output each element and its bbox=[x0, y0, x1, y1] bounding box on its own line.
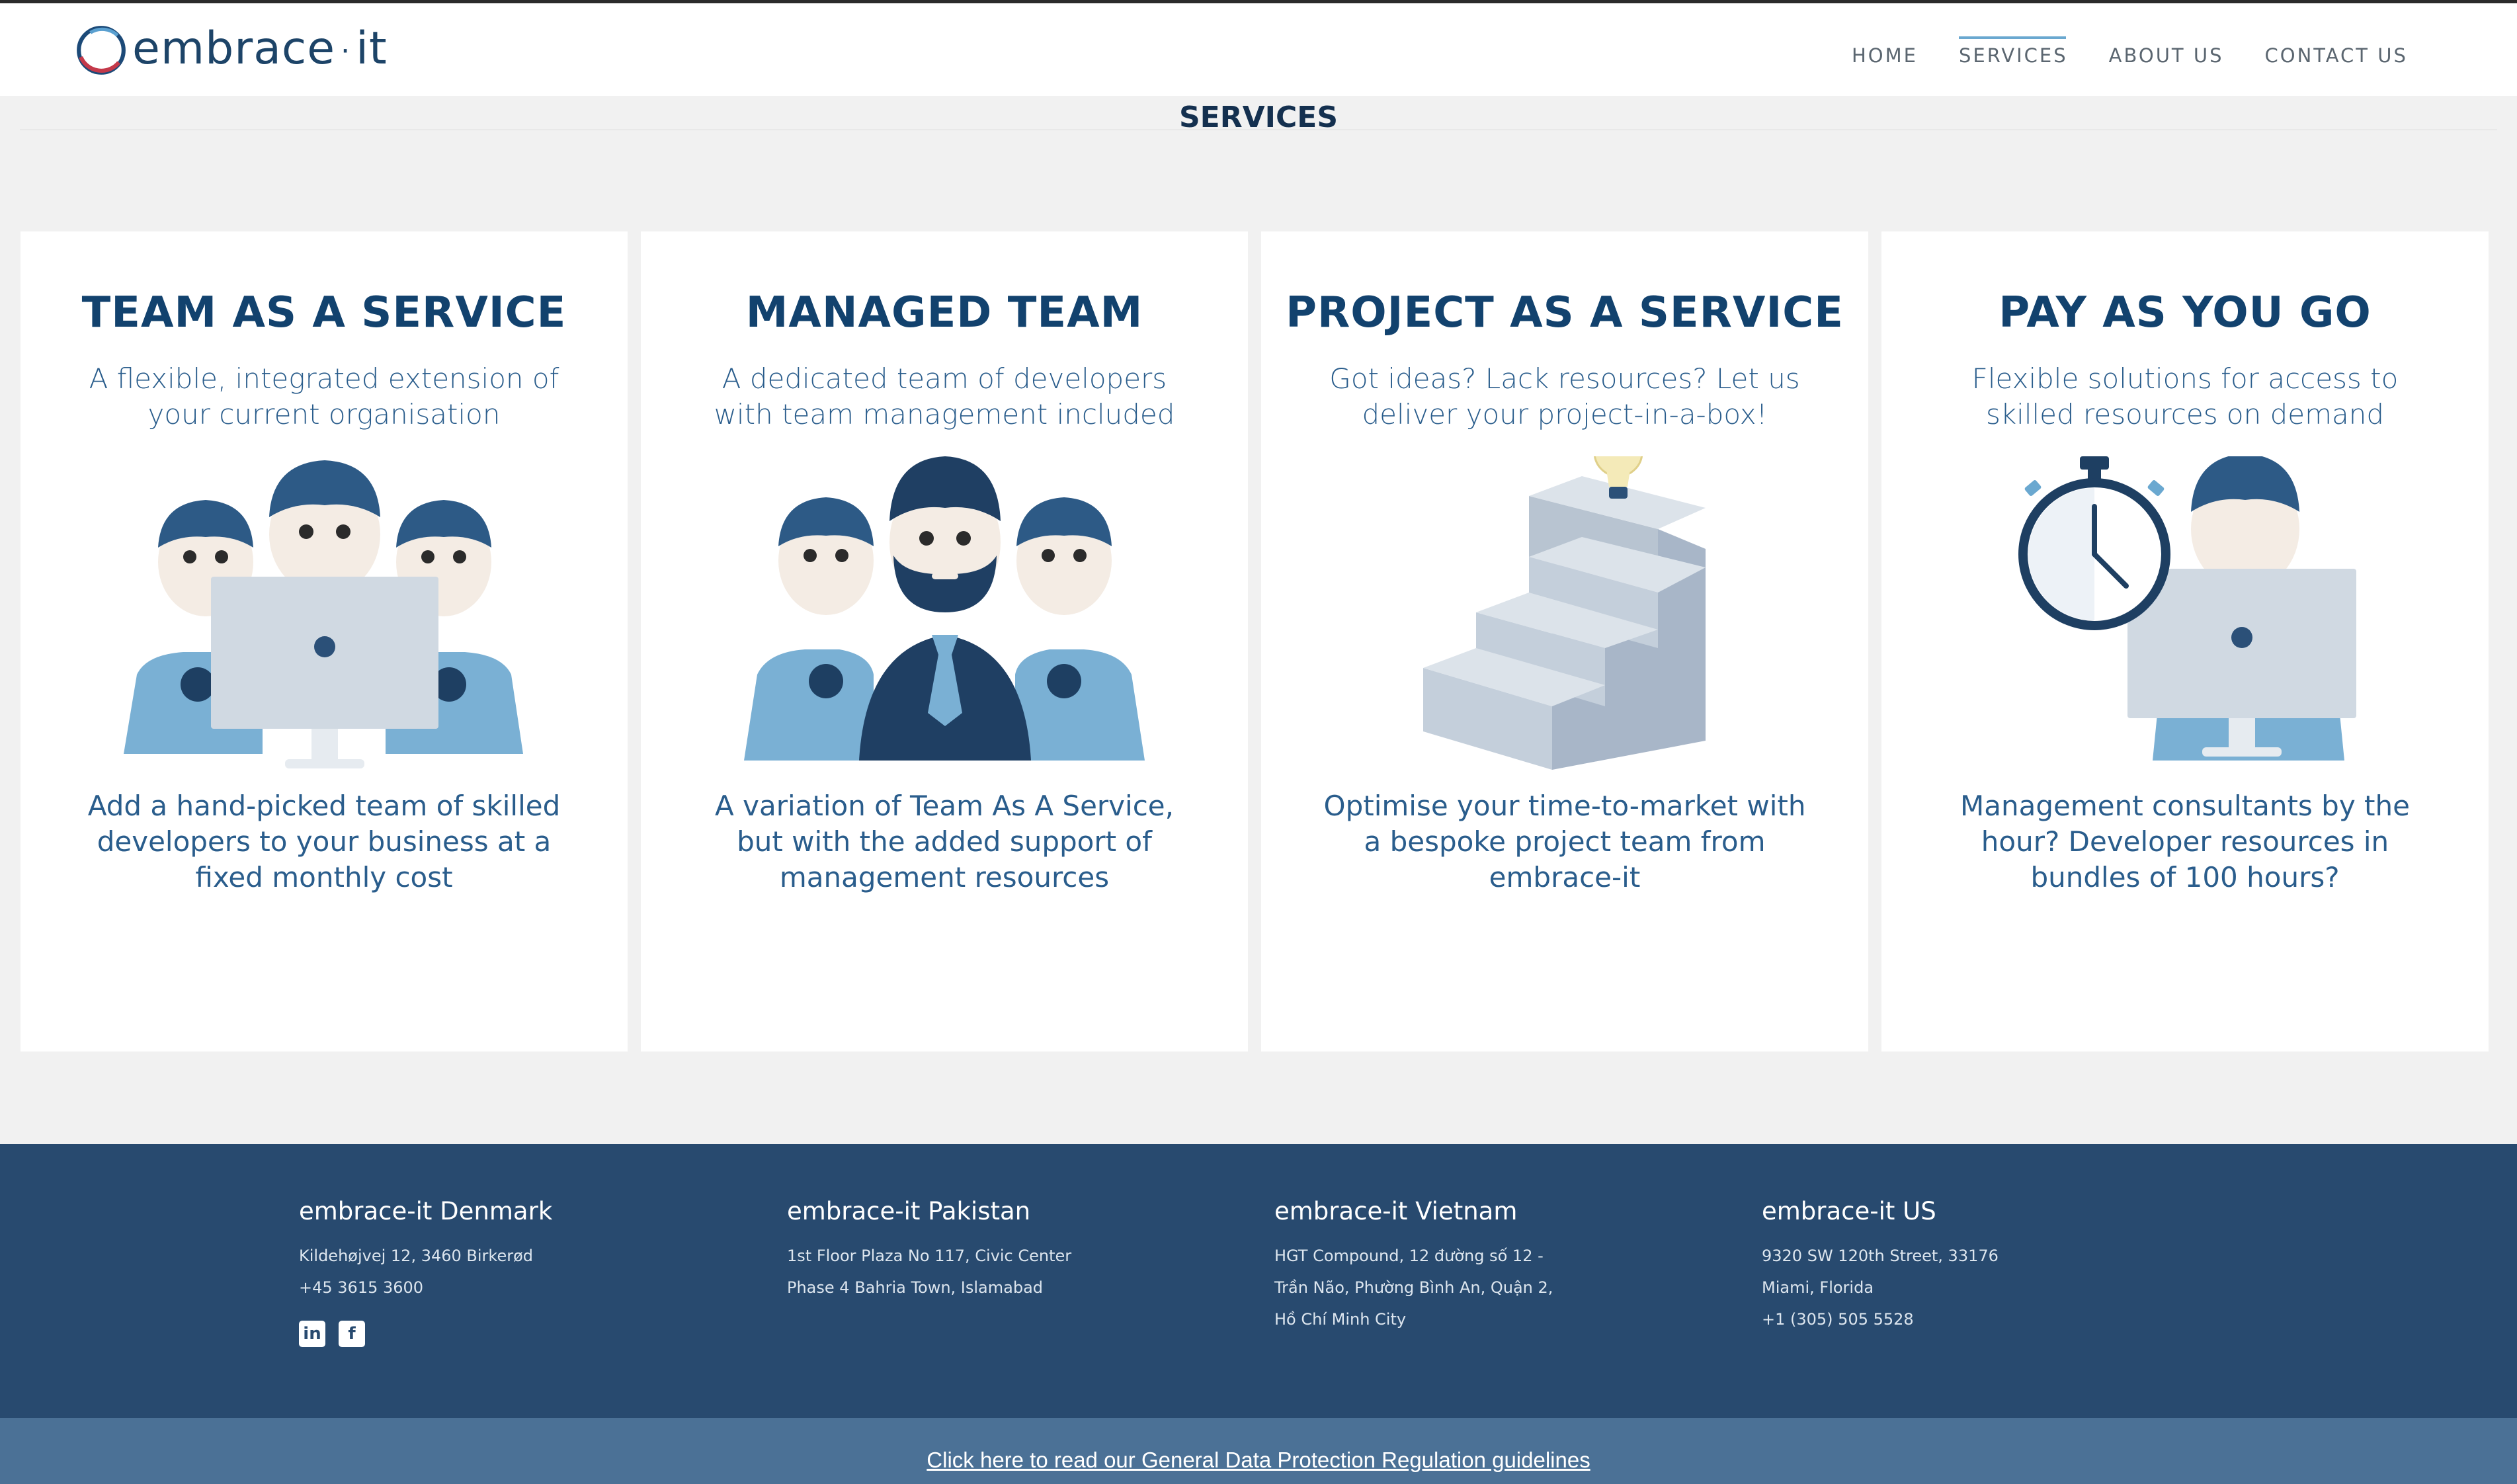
logo-ring-icon bbox=[77, 26, 126, 75]
service-card-managed-team[interactable]: MANAGED TEAM A dedicated team of develop… bbox=[641, 231, 1248, 1051]
office-address-line: Phase 4 Bahria Town, Islamabad bbox=[787, 1278, 1044, 1297]
card-title: TEAM AS A SERVICE bbox=[81, 288, 567, 337]
nav-home[interactable]: HOME bbox=[1852, 36, 1918, 67]
brand-name: embrace · it bbox=[132, 22, 388, 75]
gdpr-bar: Click here to read our General Data Prot… bbox=[0, 1418, 2517, 1484]
card-subtitle: Flexible solutions for access to skilled… bbox=[1971, 362, 2399, 431]
nav-contact-us[interactable]: CONTACT US bbox=[2265, 36, 2408, 67]
office-us: embrace-it US 9320 SW 120th Street, 3317… bbox=[1762, 1197, 2225, 1335]
three-developers-laptop-icon bbox=[21, 456, 628, 774]
card-description: Optimise your time-to-market with a besp… bbox=[1323, 790, 1806, 893]
card-description: A variation of Team As A Service, but wi… bbox=[715, 790, 1174, 893]
office-phone[interactable]: +1 (305) 505 5528 bbox=[1762, 1303, 2225, 1335]
service-card-pay-as-you-go[interactable]: PAY AS YOU GO Flexible solutions for acc… bbox=[1881, 231, 2489, 1051]
nav-services[interactable]: SERVICES bbox=[1958, 36, 2068, 67]
office-denmark: embrace-it Denmark Kildehøjvej 12, 3460 … bbox=[299, 1197, 762, 1347]
office-phone[interactable]: +45 3615 3600 bbox=[299, 1272, 762, 1303]
office-address-line: Trần Não, Phường Bình An, Quận 2, bbox=[1274, 1278, 1553, 1297]
card-description: Add a hand-picked team of skilled develo… bbox=[87, 790, 561, 893]
office-address-line: 1st Floor Plaza No 117, Civic Center bbox=[787, 1247, 1072, 1265]
office-address-line: Hồ Chí Minh City bbox=[1274, 1310, 1407, 1329]
office-name: embrace-it Denmark bbox=[299, 1197, 553, 1225]
office-pakistan: embrace-it Pakistan 1st Floor Plaza No 1… bbox=[787, 1197, 1250, 1303]
service-card-team-as-a-service[interactable]: TEAM AS A SERVICE A flexible, integrated… bbox=[21, 231, 628, 1051]
card-title: PAY AS YOU GO bbox=[1999, 288, 2372, 337]
office-name: embrace-it Pakistan bbox=[787, 1197, 1031, 1225]
office-name: embrace-it US bbox=[1762, 1197, 1936, 1225]
site-footer: embrace-it Denmark Kildehøjvej 12, 3460 … bbox=[0, 1144, 2517, 1418]
service-card-project-as-a-service[interactable]: PROJECT AS A SERVICE Got ideas? Lack res… bbox=[1261, 231, 1868, 1051]
card-subtitle: A flexible, integrated extension of your… bbox=[89, 362, 559, 431]
main-nav: HOME SERVICES ABOUT US CONTACT US bbox=[1852, 36, 2449, 67]
page-title-bar: SERVICES bbox=[20, 96, 2497, 134]
linkedin-icon[interactable]: in bbox=[299, 1321, 325, 1347]
stopwatch-developer-icon bbox=[1881, 454, 2489, 774]
brand-logo[interactable]: embrace · it bbox=[74, 21, 388, 80]
manager-with-developers-icon bbox=[641, 456, 1248, 774]
page-title: SERVICES bbox=[1178, 101, 1339, 134]
office-name: embrace-it Vietnam bbox=[1274, 1197, 1518, 1225]
site-header: embrace · it HOME SERVICES ABOUT US CONTAC… bbox=[0, 3, 2517, 96]
card-title: PROJECT AS A SERVICE bbox=[1286, 288, 1844, 337]
office-vietnam: embrace-it Vietnam HGT Compound, 12 đườn… bbox=[1274, 1197, 1737, 1335]
card-subtitle: Got ideas? Lack resources? Let us delive… bbox=[1329, 362, 1800, 431]
office-address-line: Miami, Florida bbox=[1762, 1278, 1874, 1297]
office-address-line: 9320 SW 120th Street, 33176 bbox=[1762, 1247, 1999, 1265]
office-address: Kildehøjvej 12, 3460 Birkerød bbox=[299, 1247, 533, 1265]
facebook-icon[interactable]: f bbox=[339, 1321, 365, 1347]
card-subtitle: A dedicated team of developers with team… bbox=[714, 362, 1175, 431]
card-description: Management consultants by the hour? Deve… bbox=[1960, 790, 2410, 893]
stairs-lightbulb-icon bbox=[1261, 411, 1868, 774]
office-address-line: HGT Compound, 12 đường số 12 - bbox=[1274, 1247, 1544, 1265]
card-title: MANAGED TEAM bbox=[745, 288, 1143, 337]
gdpr-link[interactable]: Click here to read our General Data Prot… bbox=[927, 1448, 1590, 1472]
nav-about-us[interactable]: ABOUT US bbox=[2109, 36, 2224, 67]
social-links: in f bbox=[299, 1321, 762, 1347]
